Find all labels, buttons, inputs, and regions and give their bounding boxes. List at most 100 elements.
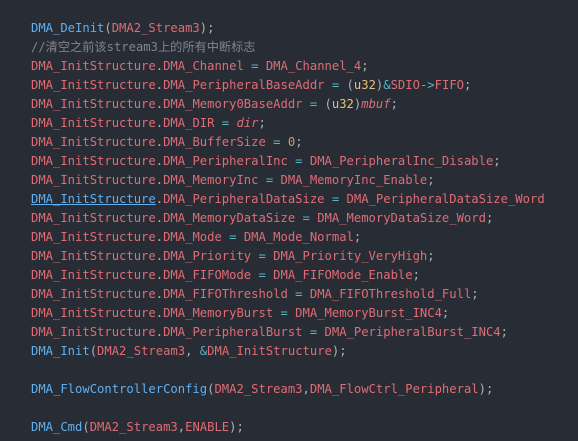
code-token: DMA2_Stream3 <box>111 21 200 35</box>
code-token: DMA2_Stream3 <box>97 344 186 358</box>
code-token: DMA_InitStructure <box>31 97 156 111</box>
code-line[interactable]: DMA_InitStructure.DMA_FIFOThreshold = DM… <box>31 285 545 304</box>
code-line[interactable]: DMA_InitStructure.DMA_PeripheralInc = DM… <box>31 152 545 171</box>
code-line[interactable]: DMA_InitStructure.DMA_MemoryBurst = DMA_… <box>31 304 545 323</box>
code-token: SDIO <box>390 78 420 92</box>
code-token: u32 <box>353 78 376 92</box>
code-token: . <box>155 211 164 225</box>
code-token: ; <box>427 173 435 187</box>
code-line[interactable]: DMA_InitStructure.DMA_MemoryInc = DMA_Me… <box>31 171 545 190</box>
code-token: dir <box>236 116 259 130</box>
code-token: ( <box>324 97 332 111</box>
code-token: DMA_InitStructure <box>31 192 156 206</box>
code-token: DMA_Mode_Normal <box>243 230 354 244</box>
code-token: DMA_MemoryBurst_INC4 <box>295 306 442 320</box>
code-line[interactable] <box>31 361 545 380</box>
code-line[interactable]: DMA_InitStructure.DMA_DIR = dir; <box>31 114 545 133</box>
code-text[interactable]: DMA_DeInit(DMA2_Stream3); //清空之前该stream3上… <box>31 19 545 437</box>
code-token: . <box>155 135 164 149</box>
code-token: ; <box>471 287 479 301</box>
code-token: ; <box>390 97 398 111</box>
code-token: DMA_FIFOMode <box>163 268 252 282</box>
code-token: DMA_FlowCtrl_Peripheral <box>309 382 479 396</box>
code-token: ; <box>412 268 420 282</box>
code-token: DMA_PeripheralDataSize <box>163 192 325 206</box>
code-token: DMA_PeripheralInc <box>163 154 288 168</box>
code-token: DMA_Cmd <box>31 420 83 434</box>
code-token: . <box>155 230 164 244</box>
code-token: DMA_InitStructure <box>31 230 156 244</box>
code-token: = <box>251 268 274 282</box>
code-token: -> <box>419 78 435 92</box>
code-token: . <box>155 306 164 320</box>
code-token: DMA2_Stream3 <box>214 382 303 396</box>
code-token: . <box>155 173 164 187</box>
code-token: DMA_InitStructure <box>31 306 156 320</box>
code-token: DMA_MemoryInc <box>163 173 259 187</box>
code-token: u32 <box>331 97 354 111</box>
code-token: FIFO <box>434 78 464 92</box>
code-token: DMA_InitStructure <box>207 344 332 358</box>
code-line[interactable]: DMA_InitStructure.DMA_BufferSize = 0; <box>31 133 545 152</box>
code-line[interactable]: DMA_DeInit(DMA2_Stream3); <box>31 19 545 38</box>
code-token: DMA_Channel_4 <box>265 59 362 73</box>
code-token: ( <box>89 344 98 358</box>
code-token: ; <box>493 154 501 168</box>
code-token: DMA_Priority_VeryHigh <box>273 249 428 263</box>
code-token: . <box>155 268 164 282</box>
code-token: . <box>155 325 164 339</box>
code-token: = <box>302 325 325 339</box>
code-token: DMA_Memory0BaseAddr <box>163 97 303 111</box>
code-line[interactable]: DMA_InitStructure.DMA_MemoryDataSize = D… <box>31 209 545 228</box>
code-token: ( <box>346 78 354 92</box>
code-token: DMA_PeripheralDataSize_Word <box>346 192 545 206</box>
code-token: DMA_InitStructure <box>31 325 156 339</box>
code-token: = <box>302 97 325 111</box>
code-line[interactable]: DMA_InitStructure.DMA_PeripheralBaseAddr… <box>31 76 545 95</box>
code-token: DMA_InitStructure <box>31 116 156 130</box>
code-token: = <box>287 287 310 301</box>
code-line[interactable]: DMA_FlowControllerConfig(DMA2_Stream3,DM… <box>31 380 545 399</box>
code-token: DMA_InitStructure <box>31 154 156 168</box>
code-token: = <box>295 211 318 225</box>
code-line[interactable]: DMA_Init(DMA2_Stream3, &DMA_InitStructur… <box>31 342 545 361</box>
code-token: = <box>287 154 310 168</box>
code-token: = <box>251 249 274 263</box>
code-token: ); <box>478 382 494 396</box>
code-token: ); <box>199 21 215 35</box>
code-token: , <box>302 382 310 396</box>
code-line[interactable]: DMA_InitStructure.DMA_PeripheralDataSize… <box>31 190 545 209</box>
code-token: ( <box>82 420 90 434</box>
code-editor[interactable]: DMA_DeInit(DMA2_Stream3); //清空之前该stream3上… <box>0 0 578 441</box>
code-token: ; <box>464 78 472 92</box>
code-token: //清空之前该stream3上的所有中断标志 <box>31 40 256 54</box>
code-token: . <box>155 154 164 168</box>
code-token: . <box>155 97 164 111</box>
code-token: DMA_MemoryInc_Enable <box>280 173 428 187</box>
code-token: DMA_FIFOThreshold_Full <box>309 287 472 301</box>
code-token: DMA_InitStructure <box>31 287 156 301</box>
code-token: DMA_InitStructure <box>31 78 156 92</box>
code-token: DMA_MemoryBurst <box>163 306 274 320</box>
code-line[interactable]: DMA_Cmd(DMA2_Stream3,ENABLE); <box>31 418 545 437</box>
code-token: . <box>155 192 164 206</box>
code-token: DMA_Mode <box>163 230 222 244</box>
code-token: DMA_Channel <box>163 59 244 73</box>
code-token: DMA_FIFOMode_Enable <box>273 268 413 282</box>
code-line[interactable]: DMA_InitStructure.DMA_Priority = DMA_Pri… <box>31 247 545 266</box>
code-token: DMA_MemoryDataSize_Word <box>317 211 486 225</box>
code-line[interactable]: DMA_InitStructure.DMA_Memory0BaseAddr = … <box>31 95 545 114</box>
code-line[interactable]: //清空之前该stream3上的所有中断标志 <box>31 38 545 57</box>
code-token: ; <box>427 249 435 263</box>
code-token: ENABLE <box>185 420 230 434</box>
code-token: . <box>155 116 164 130</box>
code-token: . <box>155 249 164 263</box>
code-token: DMA2_Stream3 <box>89 420 178 434</box>
code-line[interactable]: DMA_InitStructure.DMA_FIFOMode = DMA_FIF… <box>31 266 545 285</box>
code-line[interactable]: DMA_InitStructure.DMA_Channel = DMA_Chan… <box>31 57 545 76</box>
code-line[interactable] <box>31 399 545 418</box>
code-line[interactable]: DMA_InitStructure.DMA_PeripheralBurst = … <box>31 323 545 342</box>
code-token: ; <box>258 116 266 130</box>
code-line[interactable]: DMA_InitStructure.DMA_Mode = DMA_Mode_No… <box>31 228 545 247</box>
code-token: = <box>324 78 347 92</box>
